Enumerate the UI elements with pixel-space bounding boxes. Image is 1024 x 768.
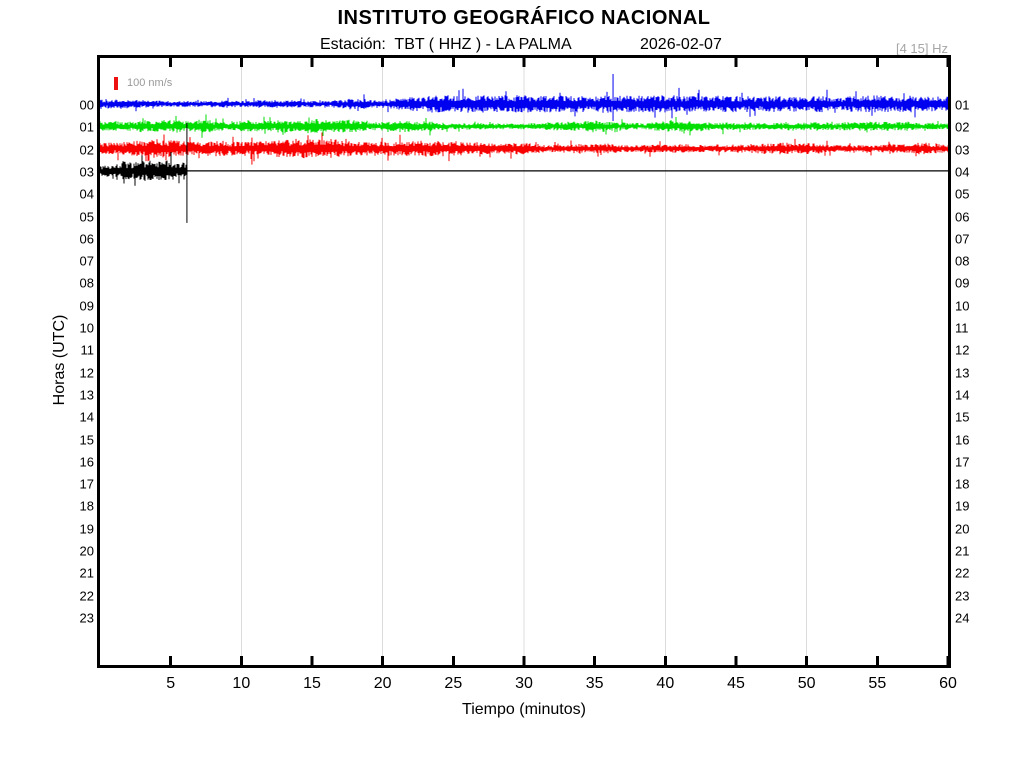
hour-label-right: 12	[955, 344, 995, 357]
date-label: 2026-02-07	[640, 36, 722, 54]
hour-label-left: 00	[0, 99, 94, 112]
hour-label-right: 14	[955, 388, 995, 401]
hour-label-left: 17	[0, 478, 94, 491]
minute-tick-label: 25	[423, 676, 483, 692]
filter-band-label: [4 15] Hz	[848, 41, 948, 56]
hour-label-left: 11	[0, 344, 94, 357]
hour-label-left: 08	[0, 277, 94, 290]
page-title: INSTITUTO GEOGRÁFICO NACIONAL	[100, 7, 948, 30]
hour-label-right: 15	[955, 411, 995, 424]
hour-label-right: 18	[955, 478, 995, 491]
hour-label-right: 08	[955, 255, 995, 268]
hour-label-right: 03	[955, 143, 995, 156]
scale-legend-label: 100 nm/s	[127, 77, 172, 89]
hour-label-left: 09	[0, 299, 94, 312]
seismogram-page: INSTITUTO GEOGRÁFICO NACIONAL Estación: …	[0, 0, 1024, 768]
minute-tick-label: 40	[635, 676, 695, 692]
trace-hour-03	[100, 152, 187, 186]
hour-label-left: 01	[0, 121, 94, 134]
hour-label-right: 04	[955, 165, 995, 178]
minute-tick-label: 30	[494, 676, 554, 692]
hour-label-left: 13	[0, 388, 94, 401]
minute-tick-label: 5	[141, 676, 201, 692]
hour-label-left: 16	[0, 455, 94, 468]
hour-label-right: 09	[955, 277, 995, 290]
hour-label-left: 03	[0, 165, 94, 178]
hour-label-right: 20	[955, 522, 995, 535]
hour-label-right: 23	[955, 589, 995, 602]
hour-label-right: 24	[955, 611, 995, 624]
hour-label-right: 16	[955, 433, 995, 446]
hour-label-right: 21	[955, 545, 995, 558]
hour-label-left: 02	[0, 143, 94, 156]
hour-label-left: 12	[0, 366, 94, 379]
hour-label-right: 10	[955, 299, 995, 312]
seismogram-plot	[100, 58, 948, 665]
minute-tick-label: 60	[918, 676, 978, 692]
hour-label-left: 10	[0, 322, 94, 335]
station-subtitle: Estación: TBT ( HHZ ) - LA PALMA	[320, 36, 572, 54]
hour-label-right: 01	[955, 99, 995, 112]
hour-label-left: 06	[0, 232, 94, 245]
hour-label-left: 21	[0, 567, 94, 580]
hour-label-right: 11	[955, 322, 995, 335]
hour-label-left: 07	[0, 255, 94, 268]
hour-label-left: 04	[0, 188, 94, 201]
minute-tick-label: 55	[847, 676, 907, 692]
scale-legend-bar	[114, 77, 118, 90]
hour-label-left: 23	[0, 611, 94, 624]
hour-label-right: 19	[955, 500, 995, 513]
hour-label-right: 05	[955, 188, 995, 201]
hour-label-left: 19	[0, 522, 94, 535]
hour-label-right: 22	[955, 567, 995, 580]
hour-label-left: 22	[0, 589, 94, 602]
minute-tick-label: 35	[565, 676, 625, 692]
hour-label-right: 07	[955, 232, 995, 245]
hour-label-left: 20	[0, 545, 94, 558]
hour-label-left: 15	[0, 433, 94, 446]
hour-label-right: 02	[955, 121, 995, 134]
hour-label-right: 17	[955, 455, 995, 468]
hour-label-right: 13	[955, 366, 995, 379]
hour-label-left: 18	[0, 500, 94, 513]
minute-tick-label: 10	[211, 676, 271, 692]
minute-tick-label: 50	[777, 676, 837, 692]
hour-label-left: 05	[0, 210, 94, 223]
minute-tick-label: 15	[282, 676, 342, 692]
minute-tick-label: 20	[353, 676, 413, 692]
x-axis-title: Tiempo (minutos)	[100, 701, 948, 719]
hour-label-left: 14	[0, 411, 94, 424]
hour-label-right: 06	[955, 210, 995, 223]
minute-tick-label: 45	[706, 676, 766, 692]
